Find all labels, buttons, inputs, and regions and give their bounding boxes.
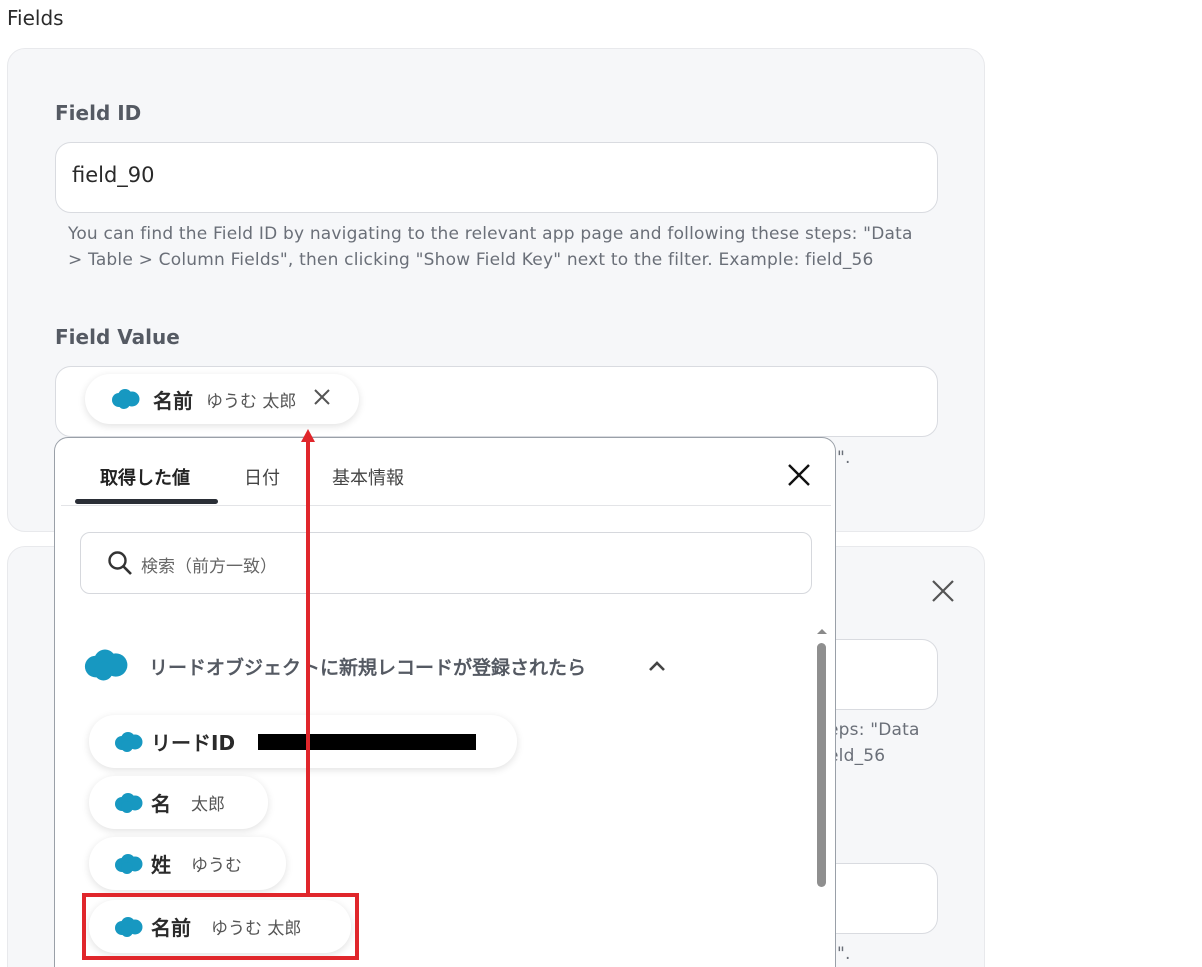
item-key: リードID [151, 731, 236, 755]
field-id-label: Field ID [55, 101, 142, 125]
field-value-label: Field Value [55, 325, 180, 349]
chip-remove-icon[interactable] [312, 387, 332, 411]
field-id-value: field_90 [72, 163, 155, 187]
field-id-help-line2: > Table > Column Fields", then clicking … [68, 250, 874, 270]
field-id-input[interactable]: field_90 [55, 142, 938, 213]
item-key: 姓 [151, 853, 171, 877]
close-icon[interactable] [786, 462, 812, 492]
search-placeholder: 検索（前方一致） [141, 557, 277, 577]
active-tab-indicator [75, 499, 218, 504]
salesforce-cloud-icon [113, 853, 143, 875]
search-input[interactable]: 検索（前方一致） [80, 532, 812, 594]
field-value-help-fragment: ". [837, 944, 851, 964]
tab-basic-info[interactable]: 基本情報 [332, 464, 404, 490]
field-id-help: You can find the Field ID by navigating … [68, 221, 913, 273]
salesforce-cloud-icon [81, 648, 129, 686]
help-fragment-line2: eld_56 [828, 746, 886, 766]
help-fragment-line1: eps: "Data [828, 720, 920, 740]
close-icon[interactable] [930, 578, 956, 608]
scrollbar-thumb[interactable] [817, 643, 826, 887]
field-id-help-line1: You can find the Field ID by navigating … [68, 224, 913, 244]
field-id-help-fragment: eps: "Data eld_56 [828, 717, 920, 769]
field-value-chip[interactable]: 名前 ゆうむ 太郎 [85, 374, 359, 424]
field-value-help-fragment: ". [837, 448, 851, 468]
list-item[interactable]: 名 太郎 [89, 776, 268, 829]
tab-acquired-values[interactable]: 取得した値 [100, 464, 190, 490]
item-key: 名 [151, 792, 171, 816]
chevron-up-icon[interactable] [647, 658, 667, 677]
fields-section-title: Fields [7, 6, 64, 30]
list-item[interactable]: 姓 ゆうむ [89, 837, 286, 890]
annotation-arrow-line [306, 440, 310, 894]
item-value: ゆうむ [191, 856, 242, 876]
highlight-box [82, 893, 359, 960]
chip-value: ゆうむ 太郎 [206, 391, 297, 412]
salesforce-cloud-icon [113, 731, 143, 753]
tab-date[interactable]: 日付 [244, 464, 280, 490]
trigger-group-title[interactable]: リードオブジェクトに新規レコードが登録されたら [149, 653, 586, 680]
redaction-bar [258, 734, 476, 750]
page-root: Fields Field ID field_90 You can find th… [0, 0, 1202, 967]
item-value: 太郎 [191, 795, 225, 815]
search-icon [107, 550, 133, 580]
salesforce-cloud-icon [110, 388, 140, 410]
chip-key: 名前 [153, 388, 193, 413]
annotation-arrow-head [301, 429, 315, 442]
salesforce-cloud-icon [113, 792, 143, 814]
tab-divider [61, 505, 831, 506]
